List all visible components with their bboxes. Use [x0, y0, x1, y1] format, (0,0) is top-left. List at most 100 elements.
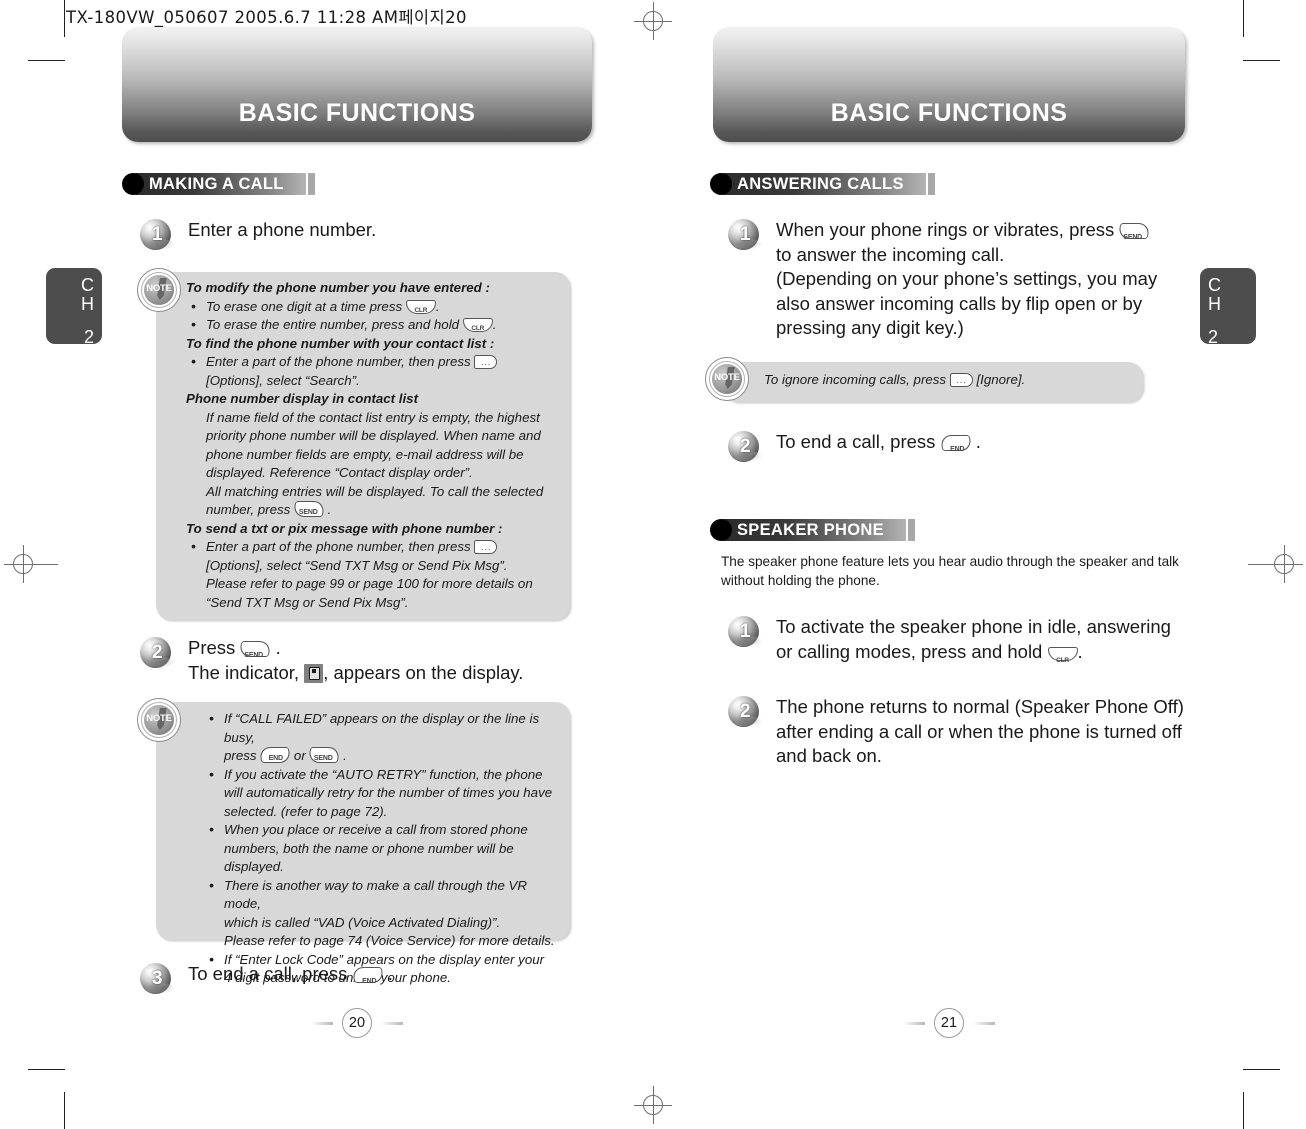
answering-line-2: to answer the incoming call.: [776, 243, 1005, 265]
step-3-text: To end a call, press END .: [188, 963, 393, 985]
note-1-bullet-2: To erase the entire number, press and ho…: [191, 315, 558, 335]
note-2-content: If “CALL FAILED” appears on the display …: [204, 709, 562, 988]
left-page-banner: BASIC FUNCTIONS: [122, 27, 592, 142]
end-key-icon: END: [258, 747, 292, 763]
section-header-making-a-call: MAKING A CALL: [122, 172, 315, 195]
step-number: 1: [740, 621, 751, 642]
note-answering-content: To ignore incoming calls, press ··· [Ign…: [764, 372, 1026, 387]
page-number-left: 20: [309, 1008, 405, 1038]
speaker-step2-line-2: after ending a call or when the phone is…: [776, 720, 1182, 742]
note-2-bullet-3: When you place or receive a call from st…: [209, 820, 562, 877]
step-1-answering-text: When your phone rings or vibrates, press…: [764, 218, 1157, 341]
step-number: 2: [740, 436, 751, 457]
note-icon: NOTE: [137, 698, 181, 742]
right-banner-title: BASIC FUNCTIONS: [830, 99, 1068, 127]
step-number: 1: [152, 224, 163, 245]
note-icon: NOTE: [705, 357, 749, 401]
page-number-wing-left: [311, 1022, 333, 1025]
section-bullet-icon: [710, 518, 732, 541]
step-2-answering-text: To end a call, press END .: [776, 431, 981, 453]
step-number-ball-icon: 2: [140, 637, 176, 668]
step-1-making-a-call: 1 Enter a phone number.: [140, 218, 580, 250]
send-key-icon: SEND: [292, 501, 326, 517]
section-header-answering-calls: ANSWERING CALLS: [710, 172, 935, 195]
soft-key-icon: ···: [474, 540, 498, 554]
chapter-tab-left: C H 2: [46, 268, 102, 347]
end-key-icon: END: [939, 435, 972, 453]
answering-line-5: pressing any digit key.): [776, 317, 964, 338]
page-number-wing-right: [381, 1022, 403, 1025]
step-number-ball-icon: 1: [728, 616, 764, 647]
note-1-bullet-3: Enter a part of the phone number, then p…: [191, 352, 558, 390]
chapter-tab-right: C H 2: [1200, 268, 1256, 347]
note-2-bullet-2: If you activate the “AUTO RETRY” functio…: [209, 765, 562, 822]
note-1-heading-2: To find the phone number with your conta…: [186, 335, 495, 351]
note-1-content: To modify the phone number you have ente…: [186, 279, 558, 612]
step-2-answering-calls: 2 To end a call, press END .: [728, 430, 1148, 462]
clr-key-icon: CLR: [462, 318, 493, 332]
step-number: 1: [740, 224, 751, 245]
note-1-bullet-4: Enter a part of the phone number, then p…: [191, 537, 558, 612]
section-bullet-icon: [122, 172, 144, 195]
call-indicator-icon: [304, 663, 324, 683]
note-1-heading-4: To send a txt or pix message with phone …: [186, 520, 503, 536]
chapter-tab-left-h: H: [81, 294, 94, 314]
page-number-right: 21: [901, 1008, 997, 1038]
speaker-phone-intro: The speaker phone feature lets you hear …: [721, 554, 1179, 588]
note-2-bullet-1: If “CALL FAILED” appears on the display …: [209, 709, 562, 766]
answering-line-1: When your phone rings or vibrates, press…: [776, 218, 1157, 243]
note-1-heading-3: Phone number display in contact list: [186, 391, 418, 406]
step-2-line-1: Press SEND .: [188, 637, 281, 659]
chapter-tab-right-h: H: [1208, 294, 1221, 314]
chapter-tab-left-num: 2: [83, 327, 94, 347]
answering-line-3: (Depending on your phone’s settings, you…: [776, 268, 1158, 289]
step-number-ball-icon: 3: [140, 963, 176, 994]
note-icon: NOTE: [137, 268, 181, 312]
section-title-answering-calls: ANSWERING CALLS: [723, 172, 926, 195]
page-number-value: 21: [934, 1008, 964, 1038]
step-1-text: Enter a phone number.: [188, 219, 377, 240]
page-number-wing-right: [973, 1022, 995, 1025]
end-key-icon: END: [351, 967, 384, 985]
note-1-heading-1: To modify the phone number you have ente…: [186, 280, 490, 295]
note-1-para-1: If name field of the contact list entry …: [206, 409, 541, 481]
chapter-tab-right-c: C: [1208, 275, 1221, 295]
section-cap: [907, 518, 915, 541]
section-bullet-icon: [710, 172, 732, 195]
speaker-step2-line-1: The phone returns to normal (Speaker Pho…: [776, 696, 1184, 717]
step-number: 2: [740, 701, 751, 722]
page-number-wing-left: [903, 1022, 925, 1025]
left-banner-title: BASIC FUNCTIONS: [238, 99, 476, 127]
section-header-speaker-phone: SPEAKER PHONE: [710, 518, 915, 541]
soft-key-icon: ···: [474, 355, 498, 369]
chapter-tab-left-c: C: [81, 275, 94, 295]
note-1-bullet-1: To erase one digit at a time press CLR.: [191, 297, 558, 317]
step-2-speaker-phone: 2 The phone returns to normal (Speaker P…: [728, 695, 1208, 769]
step-number-ball-icon: 1: [140, 219, 176, 250]
step-number-ball-icon: 2: [728, 431, 764, 462]
step-number: 2: [152, 642, 163, 663]
page-number-value: 20: [342, 1008, 372, 1038]
speaker-step2-line-3: and back on.: [776, 745, 882, 766]
step-2-text: Press SEND . The indicator, , appears on…: [176, 636, 523, 685]
clr-key-icon: CLR: [405, 299, 436, 314]
speaker-step1-line-1: To activate the speaker phone in idle, a…: [776, 616, 1171, 637]
step-2-line-2: The indicator, , appears on the display.: [188, 661, 524, 683]
right-page: BASIC FUNCTIONS C H 2 ANSWERING CALLS 1 …: [653, 0, 1306, 1129]
step-1-answering-calls: 1 When your phone rings or vibrates, pre…: [728, 218, 1198, 341]
step-number: 3: [152, 968, 163, 989]
step-2-speaker-text: The phone returns to normal (Speaker Pho…: [764, 695, 1184, 769]
clr-key-icon: CLR: [1047, 646, 1078, 664]
step-1-speaker-phone: 1 To activate the speaker phone in idle,…: [728, 615, 1198, 664]
step-number-ball-icon: 2: [728, 696, 764, 727]
answering-line-4: also answer incoming calls by flip open …: [776, 292, 1143, 314]
step-3-making-a-call: 3 To end a call, press END .: [140, 962, 560, 994]
note-2-bullet-4: There is another way to make a call thro…: [209, 876, 562, 951]
right-page-banner: BASIC FUNCTIONS: [713, 27, 1185, 142]
note-1-para-2: All matching entries will be displayed. …: [206, 483, 544, 517]
speaker-step1-line-2: or calling modes, press and hold CLR.: [776, 640, 1083, 664]
step-number-ball-icon: 1: [728, 219, 764, 250]
send-key-icon: SEND: [308, 747, 341, 763]
section-cap: [927, 172, 935, 195]
send-key-icon: SEND: [1118, 223, 1151, 241]
